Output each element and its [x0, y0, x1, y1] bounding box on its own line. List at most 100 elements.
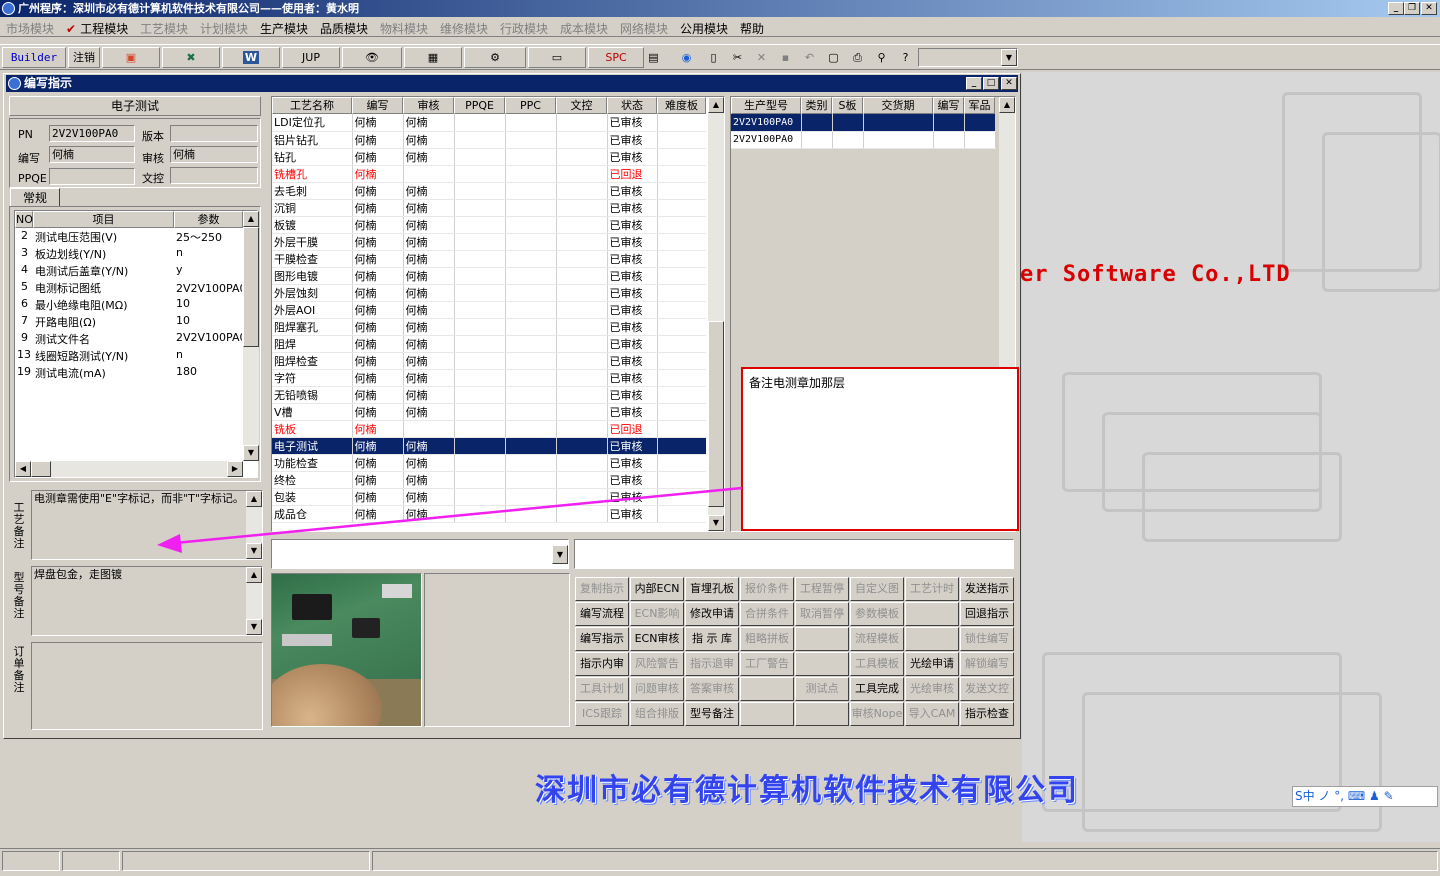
step-row[interactable]: 外层干膜 何楠 何楠 已审核 [272, 233, 706, 251]
step-row[interactable]: 沉铜 何楠 何楠 已审核 [272, 199, 706, 217]
step-row[interactable]: 无铅喷锡 何楠 何楠 已审核 [272, 386, 706, 404]
action-button[interactable]: 光绘审核 [905, 677, 959, 701]
params-row[interactable]: 6 最小绝缘电阻(MΩ) 10 [15, 296, 243, 313]
action-button[interactable]: 工程暂停 [795, 577, 849, 601]
params-row[interactable]: 19 测试电流(mA) 180 [15, 364, 243, 381]
action-button[interactable]: 复制指示 [575, 577, 629, 601]
chevron-down-icon[interactable]: ▼ [1001, 49, 1017, 66]
action-button[interactable]: 组合排版 [630, 702, 684, 726]
params-row[interactable]: 13 线圈短路测试(Y/N) n [15, 347, 243, 364]
doc-field[interactable] [170, 167, 258, 184]
action-button[interactable]: 光绘申请 [905, 652, 959, 676]
steps-vscroll[interactable]: ▲ ▼ [708, 97, 724, 531]
database-button[interactable]: ▦ [404, 47, 462, 68]
menu-item-4[interactable]: 生产模块 [260, 20, 308, 37]
pn-field[interactable]: 2V2V100PA0 [49, 125, 135, 142]
minimize-button[interactable]: _ [1388, 2, 1404, 15]
action-button[interactable]: 修改申请 [685, 602, 739, 626]
action-button[interactable]: 工具完成 [850, 677, 904, 701]
steps-header-cell[interactable]: 审核 [403, 97, 454, 114]
step-row[interactable]: 阻焊塞孔 何楠 何楠 已审核 [272, 318, 706, 336]
scroll-down-icon[interactable]: ▼ [243, 445, 259, 461]
action-button[interactable]: ICS跟踪 [575, 702, 629, 726]
action-button[interactable]: 答案审核 [685, 677, 739, 701]
save-icon[interactable]: ▪ [776, 48, 795, 67]
new-file-icon[interactable]: ▯ [704, 48, 723, 67]
window-close-button[interactable]: ✕ [1001, 77, 1017, 90]
params-row[interactable]: 2 测试电压范围(V) 25～250 [15, 228, 243, 245]
powerpoint-button[interactable]: ▣ [102, 47, 160, 68]
models-header-cell[interactable]: 生产型号 [731, 97, 801, 114]
action-button[interactable] [905, 602, 959, 626]
scroll-thumb[interactable] [708, 321, 724, 507]
toolbar-combo[interactable]: ▼ [918, 48, 1018, 67]
word-button[interactable]: W [222, 47, 280, 68]
action-button[interactable]: 报价条件 [740, 577, 794, 601]
menu-item-1[interactable]: ✔ 工程模块 [66, 20, 128, 37]
menu-item-11[interactable]: 公用模块 [680, 20, 728, 37]
models-header-cell[interactable]: 编写 [933, 97, 964, 114]
settings-button[interactable]: ⚙ [464, 47, 526, 68]
menu-item-8[interactable]: 行政模块 [500, 20, 548, 37]
action-button[interactable]: 测试点 [795, 677, 849, 701]
restore-button[interactable]: ❐ [1404, 2, 1420, 15]
step-row[interactable]: 功能检查 何楠 何楠 已审核 [272, 454, 706, 472]
action-button[interactable]: 指示退审 [685, 652, 739, 676]
jup-button[interactable]: JUP [282, 47, 340, 68]
params-vscroll[interactable]: ▲ ▼ [243, 211, 259, 461]
builder-button[interactable]: Builder [2, 47, 66, 68]
window-maximize-button[interactable]: □ [983, 77, 999, 90]
find-icon[interactable]: ⚲ [872, 48, 891, 67]
model-row[interactable]: 2V2V100PA0 [731, 114, 996, 132]
step-row[interactable]: V槽 何楠 何楠 已审核 [272, 403, 706, 421]
process-combo[interactable]: ▼ [271, 539, 569, 569]
scroll-up-icon[interactable]: ▲ [999, 97, 1015, 113]
step-row[interactable]: 阻焊 何楠 何楠 已审核 [272, 335, 706, 353]
order-memo[interactable] [31, 642, 263, 730]
model-row[interactable]: 2V2V100PA0 [731, 131, 996, 149]
steps-header-cell[interactable]: PPC [505, 97, 556, 114]
action-button[interactable]: ECN审核 [630, 627, 684, 651]
action-button[interactable]: 发送文控 [960, 677, 1014, 701]
action-button[interactable]: 粗略拼板 [740, 627, 794, 651]
action-button[interactable]: ECN影响 [630, 602, 684, 626]
steps-header-cell[interactable]: 文控 [556, 97, 607, 114]
delete-icon[interactable]: ✕ [752, 48, 771, 67]
action-button[interactable] [740, 677, 794, 701]
action-button[interactable]: 指示检查 [960, 702, 1014, 726]
steps-header-cell[interactable]: 编写 [352, 97, 403, 114]
action-button[interactable]: 工艺计时 [905, 577, 959, 601]
view-button[interactable]: 👁 [342, 47, 402, 68]
step-row[interactable]: 钻孔 何楠 何楠 已审核 [272, 148, 706, 166]
logout-button[interactable]: 注销 [68, 47, 100, 68]
steps-header-cell[interactable]: 状态 [607, 97, 657, 114]
menu-item-2[interactable]: 工艺模块 [140, 20, 188, 37]
action-button[interactable]: 型号备注 [685, 702, 739, 726]
action-button[interactable]: 回退指示 [960, 602, 1014, 626]
steps-header-cell[interactable]: 工艺名称 [272, 97, 352, 114]
model-memo[interactable]: 焊盘包金，走图镀 ▲ ▼ [31, 566, 263, 636]
note-input[interactable] [574, 539, 1014, 569]
internet-icon[interactable]: ◉ [677, 48, 696, 67]
process-memo[interactable]: 电测章需使用"E"字标记，而非"T"字标记。 ▲ ▼ [31, 490, 263, 560]
action-button[interactable]: 取消暂停 [795, 602, 849, 626]
step-row[interactable]: 铣槽孔 何楠 已回退 [272, 165, 706, 183]
step-row[interactable]: LDI定位孔 何楠 何楠 已审核 [272, 114, 706, 132]
step-row[interactable]: 终检 何楠 何楠 已审核 [272, 471, 706, 489]
action-button[interactable] [905, 627, 959, 651]
spc-button[interactable]: SPC [588, 47, 644, 68]
menu-item-6[interactable]: 物料模块 [380, 20, 428, 37]
action-button[interactable]: 指示内审 [575, 652, 629, 676]
action-button[interactable]: 解锁编写 [960, 652, 1014, 676]
action-button[interactable]: 导入CAM [905, 702, 959, 726]
step-row[interactable]: 板镀 何楠 何楠 已审核 [272, 216, 706, 234]
review-field[interactable]: 何楠 [170, 146, 258, 163]
steps-header-cell[interactable]: 难度板 [657, 97, 706, 114]
cut-icon[interactable]: ✂ [728, 48, 747, 67]
steps-header-cell[interactable]: PPQE [454, 97, 505, 114]
step-row[interactable]: 电子测试 何楠 何楠 已审核 [272, 437, 706, 455]
action-button[interactable]: 工厂警告 [740, 652, 794, 676]
scroll-left-icon[interactable]: ◀ [15, 461, 31, 477]
params-row[interactable]: 7 开路电阻(Ω) 10 [15, 313, 243, 330]
action-button[interactable]: 审核Nope [850, 702, 904, 726]
